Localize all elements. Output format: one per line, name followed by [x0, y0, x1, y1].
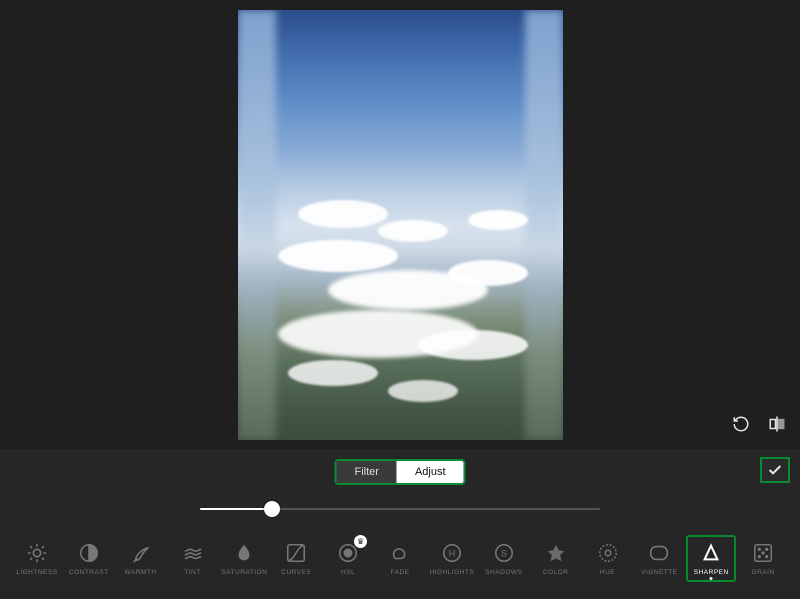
- warmth-icon: [129, 541, 153, 565]
- tab-filter[interactable]: Filter: [336, 461, 396, 483]
- tool-vignette[interactable]: VIGNETTE: [636, 541, 682, 576]
- check-icon: [767, 462, 783, 478]
- tool-lightness[interactable]: LIGHTNESS: [14, 541, 60, 576]
- tool-label: LIGHTNESS: [16, 569, 57, 576]
- selected-dot: [710, 577, 713, 580]
- tool-label: HUE: [600, 569, 615, 576]
- tint-icon: [181, 541, 205, 565]
- apply-button[interactable]: [760, 457, 790, 483]
- canvas-area: [0, 10, 800, 440]
- slider-track: [200, 508, 600, 510]
- curves-icon: [284, 541, 308, 565]
- slider-fill: [200, 508, 272, 510]
- lightness-icon: [25, 541, 49, 565]
- tab-adjust[interactable]: Adjust: [397, 461, 464, 483]
- sharpen-icon: [699, 541, 723, 565]
- tool-label: COLOR: [543, 569, 569, 576]
- tool-highlights[interactable]: H HIGHLIGHTS: [429, 541, 475, 576]
- tool-label: WARMTH: [125, 569, 157, 576]
- tool-label: GRAIN: [752, 569, 775, 576]
- tool-tint[interactable]: TINT: [170, 541, 216, 576]
- bottom-panel: Filter Adjust LIGHTNESS CONTRAST WARMTH TIN…: [0, 449, 800, 599]
- tool-hue[interactable]: HUE: [585, 541, 631, 576]
- tool-sharpen[interactable]: SHARPEN: [688, 541, 734, 576]
- tool-label: VIGNETTE: [641, 569, 678, 576]
- fade-icon: [388, 541, 412, 565]
- premium-badge-icon: ♛: [354, 535, 367, 548]
- tool-label: FADE: [391, 569, 410, 576]
- photo-blur-right: [525, 10, 563, 440]
- svg-text:S: S: [501, 548, 507, 558]
- adjust-slider[interactable]: [200, 499, 600, 519]
- mode-tabs: Filter Adjust: [334, 459, 465, 485]
- hue-icon: [596, 541, 620, 565]
- tool-color[interactable]: COLOR: [533, 541, 579, 576]
- tool-shadows[interactable]: S SHADOWS: [481, 541, 527, 576]
- undo-button[interactable]: [730, 413, 752, 435]
- tool-label: HSL: [341, 569, 355, 576]
- vignette-icon: [647, 541, 671, 565]
- tool-label: CURVES: [281, 569, 311, 576]
- tool-label: SHADOWS: [485, 569, 522, 576]
- contrast-icon: [77, 541, 101, 565]
- highlights-icon: H: [440, 541, 464, 565]
- grain-icon: [751, 541, 775, 565]
- saturation-icon: [232, 541, 256, 565]
- tool-label: SATURATION: [221, 569, 267, 576]
- adjust-tool-row: LIGHTNESS CONTRAST WARMTH TINT SATURATION CUR…: [0, 527, 800, 589]
- tool-warmth[interactable]: WARMTH: [118, 541, 164, 576]
- compare-button[interactable]: [766, 413, 788, 435]
- color-icon: [544, 541, 568, 565]
- tool-contrast[interactable]: CONTRAST: [66, 541, 112, 576]
- photo-preview[interactable]: [238, 10, 563, 440]
- tool-curves[interactable]: CURVES: [273, 541, 319, 576]
- photo-blur-left: [238, 10, 276, 440]
- tool-fade[interactable]: FADE: [377, 541, 423, 576]
- tool-saturation[interactable]: SATURATION: [221, 541, 267, 576]
- slider-thumb[interactable]: [264, 501, 280, 517]
- canvas-side-controls: [730, 413, 788, 435]
- shadows-icon: S: [492, 541, 516, 565]
- tool-label: TINT: [184, 569, 200, 576]
- tool-label: SHARPEN: [694, 569, 729, 576]
- tool-grain[interactable]: GRAIN: [740, 541, 786, 576]
- tool-label: CONTRAST: [69, 569, 109, 576]
- tool-label: HIGHLIGHTS: [430, 569, 475, 576]
- svg-text:H: H: [449, 548, 456, 558]
- tool-hsl[interactable]: HSL♛: [325, 541, 371, 576]
